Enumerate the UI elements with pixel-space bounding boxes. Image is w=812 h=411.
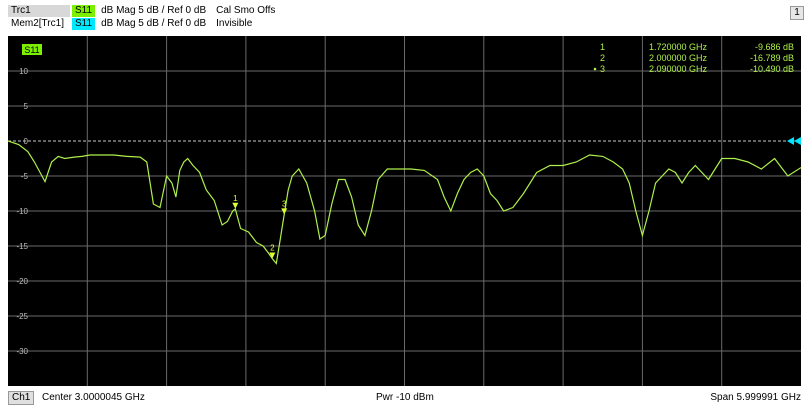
trace-label: S11 bbox=[24, 45, 39, 55]
marker-label: 1 bbox=[233, 194, 238, 203]
marker-readout-freq[interactable]: 1.720000 GHz bbox=[649, 42, 708, 52]
marker-readout-value[interactable]: -16.789 dB bbox=[750, 53, 794, 63]
y-tick-label: -25 bbox=[16, 312, 28, 321]
y-tick-label: 5 bbox=[24, 102, 29, 111]
trace2-format: dB Mag 5 dB / Ref 0 dB bbox=[101, 18, 207, 29]
marker-readout-value[interactable]: -10.490 dB bbox=[750, 64, 794, 74]
y-tick-label: -10 bbox=[16, 207, 28, 216]
active-marker-dot bbox=[593, 67, 597, 71]
trace2-name[interactable]: Mem2[Trc1] bbox=[8, 18, 70, 30]
channel-footer: Ch1 Center 3.0000045 GHz Pwr -10 dBm Spa… bbox=[8, 391, 801, 405]
trace2-param-badge[interactable]: S11 bbox=[72, 18, 96, 30]
trace2-header[interactable]: Mem2[Trc1] S11 dB Mag 5 dB / Ref 0 dB Invis… bbox=[8, 18, 252, 30]
trace1-header[interactable]: Trc1 S11 dB Mag 5 dB / Ref 0 dB Cal Smo Off… bbox=[8, 5, 275, 17]
trace2-status: Invisible bbox=[216, 18, 253, 29]
y-tick-label: 10 bbox=[19, 67, 28, 76]
marker-readout-label[interactable]: 2 bbox=[600, 53, 605, 63]
y-tick-label: -5 bbox=[21, 172, 29, 181]
trace1-status: Cal Smo Offs bbox=[216, 5, 276, 16]
marker-label: 3 bbox=[282, 199, 287, 208]
trace-diagram[interactable]: 1050-5-10-15-20-25-30S111231 1.720000 GHz… bbox=[8, 36, 801, 386]
y-tick-label: -20 bbox=[16, 277, 28, 286]
trace1-param-badge[interactable]: S11 bbox=[72, 5, 96, 17]
y-tick-label: -15 bbox=[16, 242, 28, 251]
power-readout[interactable]: Pwr -10 dBm bbox=[376, 391, 434, 405]
marker-readout-label[interactable]: 1 bbox=[600, 42, 605, 52]
trace1-format: dB Mag 5 dB / Ref 0 dB bbox=[101, 5, 207, 16]
marker-readout-freq[interactable]: 2.000000 GHz bbox=[649, 53, 708, 63]
window-number[interactable]: 1 bbox=[790, 6, 804, 20]
marker-label: 2 bbox=[270, 244, 275, 253]
trace1-name[interactable]: Trc1 bbox=[8, 5, 70, 17]
span-frequency[interactable]: Span 5.999991 GHz bbox=[710, 391, 801, 405]
y-tick-label: 0 bbox=[24, 137, 29, 146]
marker-readout-value[interactable]: -9.686 dB bbox=[755, 42, 794, 52]
y-tick-label: -30 bbox=[16, 347, 28, 356]
channel-badge[interactable]: Ch1 bbox=[8, 391, 35, 405]
marker-readout-freq[interactable]: 2.090000 GHz bbox=[649, 64, 708, 74]
center-frequency[interactable]: Center 3.0000045 GHz bbox=[42, 391, 145, 405]
marker-readout-label[interactable]: 3 bbox=[600, 64, 605, 74]
